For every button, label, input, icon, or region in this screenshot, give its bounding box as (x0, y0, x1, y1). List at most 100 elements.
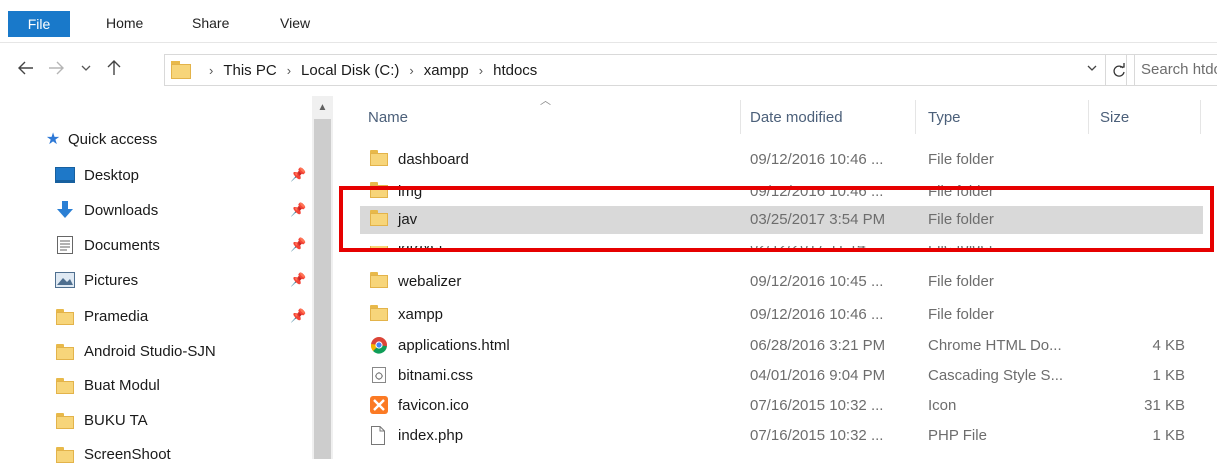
file-name: xampp (398, 306, 444, 323)
sidebar-item-label: Quick access (68, 130, 158, 148)
file-date: 02/12/2017 11:14 ... (750, 246, 882, 260)
list-item[interactable]: dashboard 09/12/2016 10:46 ... File fold… (360, 146, 1203, 174)
sidebar-item-quick-access[interactable]: ★ Quick access (44, 126, 157, 152)
breadcrumb-xampp[interactable]: xampp (424, 62, 469, 79)
pictures-icon (54, 271, 76, 289)
file-date: 04/01/2016 9:04 PM (750, 367, 886, 384)
column-header-date-modified[interactable]: Date modified (750, 102, 843, 132)
chevron-down-icon[interactable] (1087, 61, 1097, 75)
scrollbar-thumb[interactable] (314, 119, 331, 459)
file-name: bitnami.css (398, 367, 474, 384)
file-size: 1 KB (1152, 367, 1185, 384)
navigation-pane-scrollbar[interactable]: ▲ (312, 96, 333, 459)
list-item[interactable]: img 09/12/2016 10:46 ... File folder (360, 178, 1203, 200)
list-item[interactable]: webalizer 09/12/2016 10:45 ... File fold… (360, 268, 1203, 296)
list-item[interactable]: applications.html 06/28/2016 3:21 PM Chr… (360, 332, 1203, 360)
file-name: img (398, 183, 423, 200)
pin-icon[interactable]: 📌 (290, 237, 306, 253)
breadcrumb-this-pc[interactable]: This PC (223, 62, 276, 79)
pin-icon[interactable]: 📌 (290, 202, 306, 218)
file-date: 09/12/2016 10:46 ... (750, 151, 884, 168)
file-icon (370, 426, 392, 446)
documents-icon (54, 236, 76, 254)
sidebar-item-buku-ta[interactable]: BUKU TA (54, 407, 148, 433)
tab-view[interactable]: View (280, 12, 310, 34)
scroll-up-icon[interactable]: ▲ (312, 102, 333, 113)
file-name: index.php (398, 427, 464, 444)
sidebar-item-pictures[interactable]: Pictures (54, 267, 138, 293)
sidebar-item-label: Pramedia (84, 307, 149, 325)
tab-home[interactable]: Home (106, 12, 143, 34)
file-name: webalizer (398, 273, 462, 290)
pin-icon[interactable]: 📌 (290, 308, 306, 324)
recent-locations-chevron-icon[interactable] (74, 56, 98, 80)
chrome-icon (370, 336, 392, 356)
column-divider[interactable] (1200, 100, 1201, 134)
file-type: Icon (928, 397, 957, 414)
sidebar-item-pramedia[interactable]: Pramedia (54, 303, 148, 329)
folder-icon (54, 307, 76, 325)
breadcrumb-htdocs[interactable]: htdocs (493, 62, 537, 79)
file-type: File folder (928, 273, 994, 290)
column-header-type[interactable]: Type (928, 102, 961, 132)
list-item[interactable]: index.php 07/16/2015 10:32 ... PHP File … (360, 422, 1203, 450)
chevron-right-icon[interactable]: › (409, 63, 413, 78)
up-arrow-icon[interactable] (102, 56, 126, 80)
file-type: PHP File (928, 427, 987, 444)
forward-arrow-icon[interactable] (44, 56, 68, 80)
file-date: 09/12/2016 10:45 ... (750, 273, 884, 290)
file-date: 07/16/2015 10:32 ... (750, 427, 884, 444)
sidebar-item-label: Android Studio-SJN (84, 342, 216, 360)
ribbon-divider (0, 42, 1217, 43)
file-date: 09/12/2016 10:46 ... (750, 306, 884, 323)
file-type: File folder (928, 211, 994, 228)
pin-icon[interactable]: 📌 (290, 167, 306, 183)
list-item[interactable]: laravel 02/12/2017 11:14 ... File folder (360, 246, 1203, 260)
list-item[interactable]: bitnami.css 04/01/2016 9:04 PM Cascading… (360, 362, 1203, 390)
list-item-selected[interactable]: jav 03/25/2017 3:54 PM File folder (360, 206, 1203, 234)
sidebar-item-downloads[interactable]: Downloads (54, 197, 158, 223)
column-divider[interactable] (1088, 100, 1089, 134)
chevron-right-icon[interactable]: › (479, 63, 483, 78)
file-date: 06/28/2016 3:21 PM (750, 337, 886, 354)
column-header-size[interactable]: Size (1100, 102, 1129, 132)
search-box[interactable] (1126, 54, 1217, 86)
file-date: 07/16/2015 10:32 ... (750, 397, 884, 414)
address-bar[interactable]: › This PC › Local Disk (C:) › xampp › ht… (164, 54, 1106, 86)
sidebar-item-screenshoot[interactable]: ScreenShoot (54, 441, 171, 467)
tab-share[interactable]: Share (192, 12, 229, 34)
tab-file[interactable]: File (8, 11, 70, 37)
sidebar-item-android-studio-sjn[interactable]: Android Studio-SJN (54, 338, 216, 364)
list-item[interactable]: favicon.ico 07/16/2015 10:32 ... Icon 31… (360, 392, 1203, 420)
folder-icon (171, 61, 191, 83)
column-header-name[interactable]: Name (368, 102, 408, 132)
sidebar-item-label: Documents (84, 236, 160, 254)
sidebar-item-label: Pictures (84, 271, 139, 289)
column-divider[interactable] (740, 100, 741, 134)
column-divider[interactable] (915, 100, 916, 134)
sidebar-item-documents[interactable]: Documents (54, 232, 160, 258)
sidebar-item-buat-modul[interactable]: Buat Modul (54, 372, 160, 398)
back-arrow-icon[interactable] (14, 56, 38, 80)
desktop-icon (54, 166, 76, 184)
breadcrumb-local-disk[interactable]: Local Disk (C:) (301, 62, 399, 79)
folder-icon (370, 150, 392, 170)
star-icon: ★ (45, 131, 61, 148)
file-type: Chrome HTML Do... (928, 337, 1062, 354)
sidebar-item-label: Buat Modul (84, 376, 160, 394)
sidebar-item-label: Downloads (84, 201, 159, 219)
file-date: 09/12/2016 10:46 ... (750, 183, 884, 200)
file-name: dashboard (398, 151, 469, 168)
folder-icon (370, 305, 392, 325)
folder-icon (54, 376, 76, 394)
sidebar-item-label: ScreenShoot (84, 445, 171, 463)
file-type: File folder (928, 306, 994, 323)
file-size: 1 KB (1152, 427, 1185, 444)
pin-icon[interactable]: 📌 (290, 272, 306, 288)
file-size: 31 KB (1144, 397, 1185, 414)
chevron-right-icon[interactable]: › (287, 63, 291, 78)
css-file-icon (370, 366, 392, 386)
search-input[interactable] (1127, 55, 1217, 83)
list-item[interactable]: xampp 09/12/2016 10:46 ... File folder (360, 301, 1203, 329)
sidebar-item-desktop[interactable]: Desktop (54, 162, 139, 188)
